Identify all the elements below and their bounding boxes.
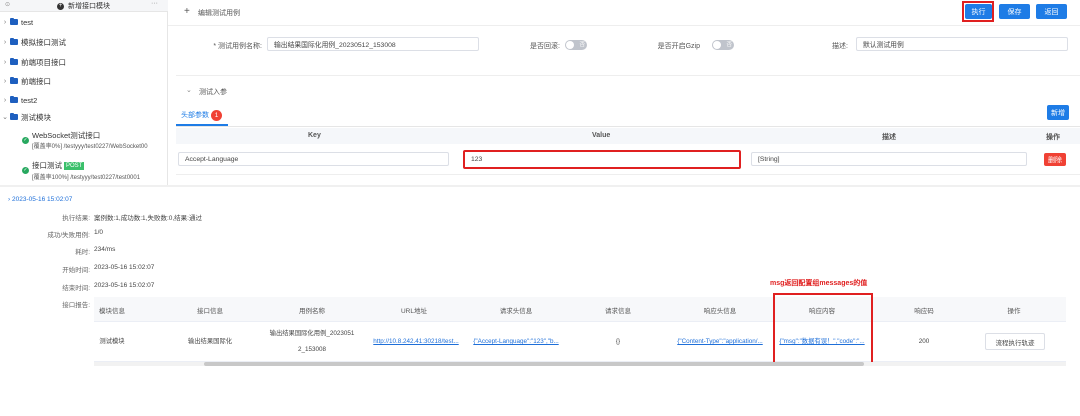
gzip-toggle[interactable]: 否 [712,40,734,50]
cell-url-link[interactable]: http://10.8.242.41:30218/test... [364,322,468,362]
chevron-right-icon[interactable]: › [0,97,10,104]
col-value: Value [592,132,611,139]
description-input[interactable]: 默认测试用例 [856,37,1068,51]
col-module: 模块信息 [99,307,125,315]
scrollbar-track[interactable] [94,362,1066,366]
param-description-input[interactable]: [String] [751,152,1027,166]
add-param-button[interactable]: 新增 [1047,105,1069,120]
section-title: 测试入参 [199,89,227,96]
exec-result-value: 案例数:1,成功数:1,失败数:0,结果:通过 [94,215,202,222]
sidebar-toolbar: ⊙ + 新增接口模块 ··· [0,0,168,12]
cell-resp-headers-link[interactable]: {"Content-Type":"application/... [670,322,770,362]
col-key: Key [308,132,321,139]
case-item-api-test[interactable]: ✓ 接口测试 POST [覆盖率100%] /testyyy/test0227/… [22,159,168,183]
check-circle-icon: ✓ [22,167,29,174]
save-button[interactable]: 保存 [999,4,1030,19]
start-time-label: 开始时间: [62,267,90,274]
folder-icon [10,37,18,45]
exec-result-label: 执行结果: [62,215,90,222]
plus-icon: + [184,6,190,17]
tab-header-params[interactable]: 头部参数 1 [181,108,222,122]
sidebar-item-test-module[interactable]: ⌄ 测试模块 [0,110,51,124]
chevron-right-icon[interactable]: › [0,19,10,26]
page-header: + 编辑测试用例 [176,0,1080,24]
folder-icon [10,95,18,103]
chevron-right-icon[interactable]: › [0,39,10,46]
pass-fail-label: 成功/失败用例: [47,232,90,239]
duration-value: 234/ms [94,246,116,253]
eye-icon[interactable]: ⊙ [5,1,10,8]
chevron-down-icon[interactable]: ⌄ [186,86,192,94]
sidebar: ⊙ + 新增接口模块 ··· › test › 模拟接口测试 › 前端项目接口 … [0,0,168,186]
divider [168,25,1080,26]
sidebar-item-test[interactable]: › test [0,15,33,29]
gzip-label: 是否开启Gzip [657,43,700,50]
col-url: URL地址 [400,307,427,315]
end-time-label: 结束时间: [62,285,90,292]
add-module-button[interactable]: + 新增接口模块 [57,1,110,11]
col-action: 操作 [1007,307,1021,315]
divider [176,174,1080,175]
back-button[interactable]: 返回 [1036,4,1067,19]
col-api: 接口信息 [197,307,223,315]
cell-req-info: {} [615,338,621,345]
annotation-text: msg返回配置组messages的值 [770,280,868,287]
chevron-down-icon[interactable]: ⌄ [0,113,10,121]
duration-label: 耗时: [75,249,90,256]
scrollbar-thumb[interactable] [204,362,864,366]
plus-circle-icon: + [57,2,64,10]
resp-body-highlight-box [773,293,873,365]
sidebar-item-mock-api[interactable]: › 模拟接口测试 [0,35,66,49]
toggle-knob [713,41,721,49]
toggle-knob [566,41,574,49]
col-req-headers: 请求头信息 [499,307,533,315]
method-badge: POST [64,161,85,170]
col-req-info: 请求信息 [605,307,631,315]
cell-module: 测试模块 [99,338,125,345]
folder-icon [10,57,18,65]
sidebar-item-test2[interactable]: › test2 [0,93,37,107]
col-resp-headers: 响应头信息 [703,307,737,315]
start-time-value: 2023-05-16 15:02:07 [94,264,155,271]
case-name-label: * 测试用例名称: [213,43,262,50]
cell-status: 200 [918,338,930,345]
flow-trace-button[interactable]: 流程执行轨迹 [985,333,1045,350]
sidebar-item-frontend-project[interactable]: › 前端项目接口 [0,55,66,69]
more-icon[interactable]: ··· [151,0,158,7]
cell-api: 输出结果国际化 [187,338,233,345]
case-item-websocket[interactable]: ✓ WebSocket测试接口 [覆盖率0%] /testyyy/test022… [22,129,168,151]
rollback-label: 是否回滚: [530,43,560,50]
result-timestamp[interactable]: › 2023-05-16 15:02:07 [8,196,72,203]
case-name-input[interactable]: 输出结果国际化用例_20230512_153008 [267,37,479,51]
cell-req-headers-link[interactable]: {"Accept-Language":"123","b... [466,322,566,362]
sidebar-item-frontend-api[interactable]: › 前端接口 [0,74,51,88]
folder-icon [10,112,18,120]
check-circle-icon: ✓ [22,137,29,144]
run-highlight-box [962,1,994,22]
tab-count-badge: 1 [211,109,222,121]
pass-fail-value: 1/0 [94,229,104,236]
divider [176,126,1080,127]
end-time-value: 2023-05-16 15:02:07 [94,282,155,289]
cell-case-name: 输出结果国际化用例_2023051 2_153008 [269,330,355,353]
page-title: 编辑测试用例 [198,10,240,17]
folder-icon [10,76,18,84]
rollback-toggle[interactable]: 否 [565,40,587,50]
delete-param-button[interactable]: 删除 [1044,153,1066,166]
panel-separator [0,185,1080,187]
report-label: 接口报告: [62,302,90,309]
chevron-right-icon[interactable]: › [0,59,10,66]
param-value-input[interactable]: 123 [463,150,741,169]
param-key-input[interactable]: Accept-Language [178,152,449,166]
description-label: 描述: [832,43,848,50]
divider [176,75,1080,76]
chevron-right-icon[interactable]: › [0,78,10,85]
col-description: 描述 [882,134,896,141]
folder-icon [10,17,18,25]
col-action: 操作 [1046,134,1060,141]
col-case-name: 用例名称 [299,307,325,315]
col-status: 响应码 [914,307,934,315]
